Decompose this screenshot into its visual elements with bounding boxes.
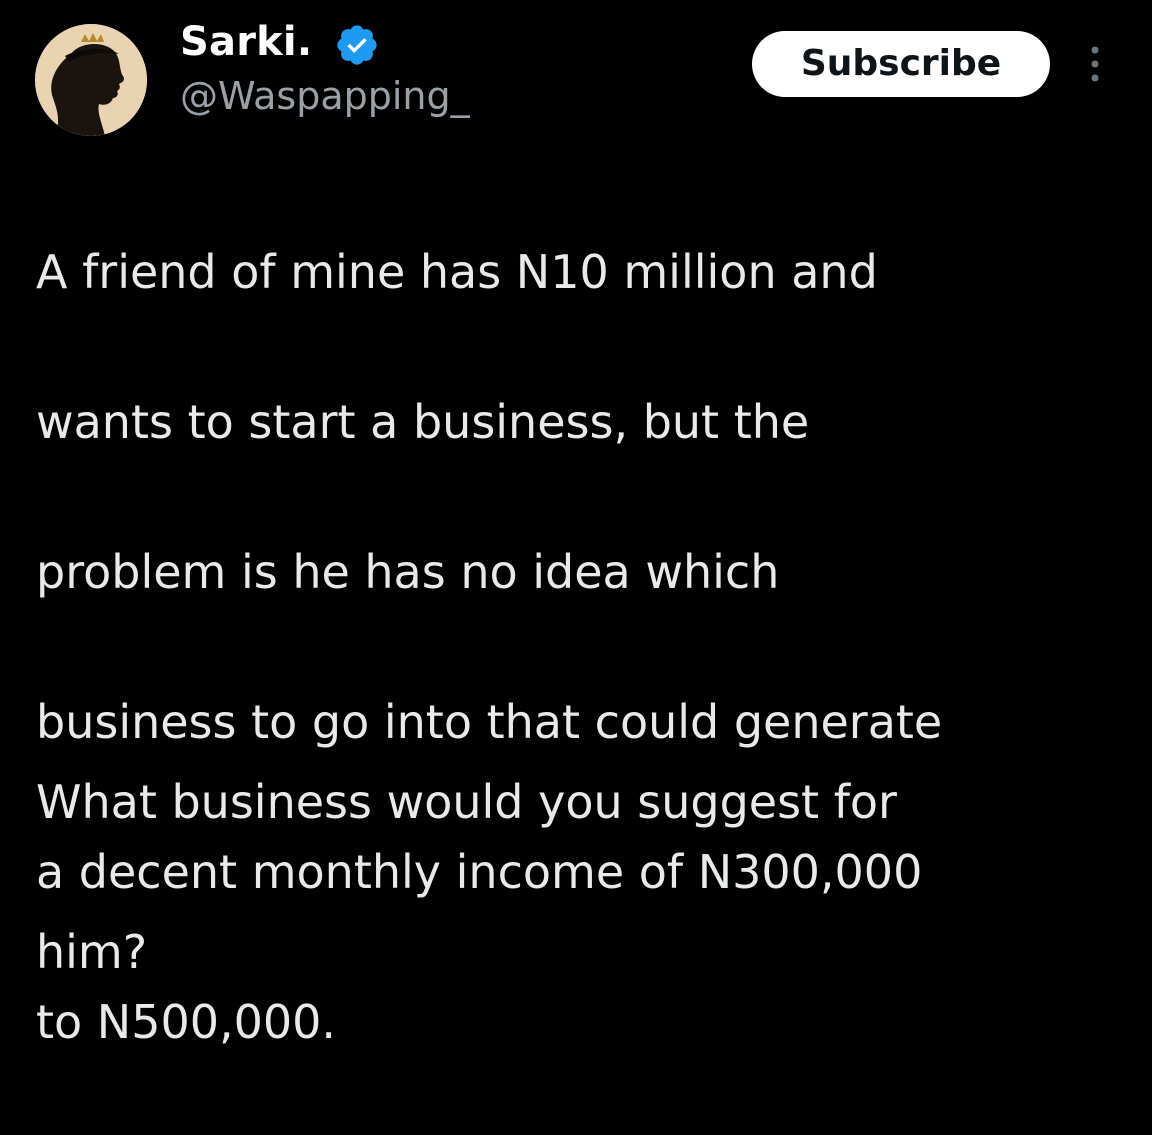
more-vertical-icon[interactable]	[1078, 44, 1112, 84]
tweet-line: problem is he has no idea which	[36, 545, 780, 599]
silhouette-portrait-icon	[35, 24, 147, 136]
tweet-question: What business would you suggest for him?	[36, 690, 1126, 1065]
author-display-name[interactable]: Sarki.	[180, 18, 312, 66]
author-handle[interactable]: @Waspapping_	[180, 72, 470, 120]
tweet-line: him?	[36, 925, 148, 979]
avatar[interactable]	[35, 24, 147, 136]
subscribe-button[interactable]: Subscribe	[752, 31, 1050, 97]
tweet-line: wants to start a business, but the	[36, 395, 810, 449]
tweet-line: What business would you suggest for	[36, 775, 897, 829]
verified-badge-icon	[337, 25, 377, 65]
tweet-line: A friend of mine has N10 million and	[36, 245, 878, 299]
